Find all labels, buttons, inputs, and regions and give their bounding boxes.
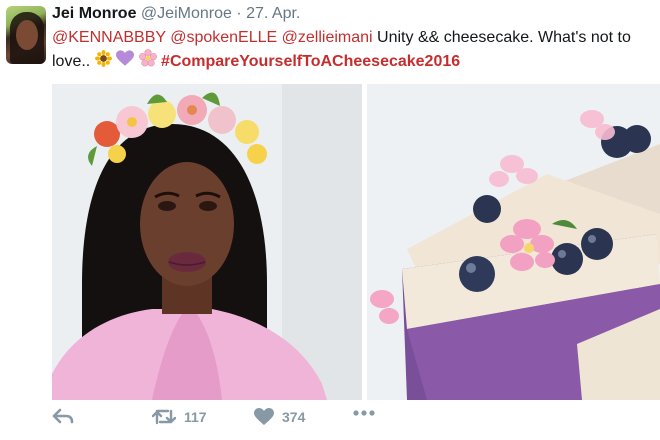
author-name[interactable]: Jei Monroe bbox=[52, 5, 136, 22]
reply-button[interactable] bbox=[52, 408, 74, 424]
tweet-actions: 117 374 bbox=[52, 408, 652, 432]
retweet-button[interactable]: 117 bbox=[152, 408, 207, 426]
heart-icon bbox=[254, 408, 274, 426]
author-avatar[interactable] bbox=[6, 6, 46, 64]
mention-link[interactable]: @KENNABBBY bbox=[52, 29, 166, 46]
tweet-body-text-2: love.. bbox=[52, 53, 95, 70]
tweet-line-1: @KENNABBBY @spokenELLE @zellieimani Unit… bbox=[52, 26, 658, 49]
more-options-button[interactable] bbox=[352, 408, 376, 418]
more-icon bbox=[352, 408, 376, 418]
sunflower-emoji bbox=[94, 50, 112, 74]
tweet-body-text: Unity && cheesecake. What's not to bbox=[372, 29, 631, 46]
purple-cheesecake-with-blueberries-photo[interactable] bbox=[367, 84, 660, 400]
tweet-media bbox=[52, 84, 660, 400]
tweet-date[interactable]: 27. Apr. bbox=[246, 5, 300, 22]
hashtag-link[interactable]: #CompareYourselfToACheesecake2016 bbox=[161, 53, 460, 70]
tweet-line-2: love.. #CompareYourselfToACheesecake2016 bbox=[52, 49, 658, 74]
purple-heart-emoji bbox=[116, 50, 135, 74]
avatar-face bbox=[16, 20, 38, 50]
like-button[interactable]: 374 bbox=[254, 408, 305, 426]
cherry-blossom-emoji bbox=[138, 49, 157, 74]
author-handle[interactable]: @JeiMonroe bbox=[141, 5, 232, 22]
tweet-header: Jei Monroe @JeiMonroe · 27. Apr. bbox=[52, 4, 300, 24]
like-count: 374 bbox=[282, 409, 306, 425]
mention-link[interactable]: @zellieimani bbox=[282, 29, 373, 46]
selfie-with-flower-crown-photo[interactable] bbox=[52, 84, 362, 400]
tweet-text: @KENNABBBY @spokenELLE @zellieimani Unit… bbox=[52, 26, 658, 74]
reply-icon bbox=[52, 408, 74, 424]
retweet-count: 117 bbox=[184, 409, 207, 425]
mention-link[interactable]: @spokenELLE bbox=[170, 29, 277, 46]
retweet-icon bbox=[152, 408, 176, 426]
header-separator: · bbox=[236, 5, 242, 22]
